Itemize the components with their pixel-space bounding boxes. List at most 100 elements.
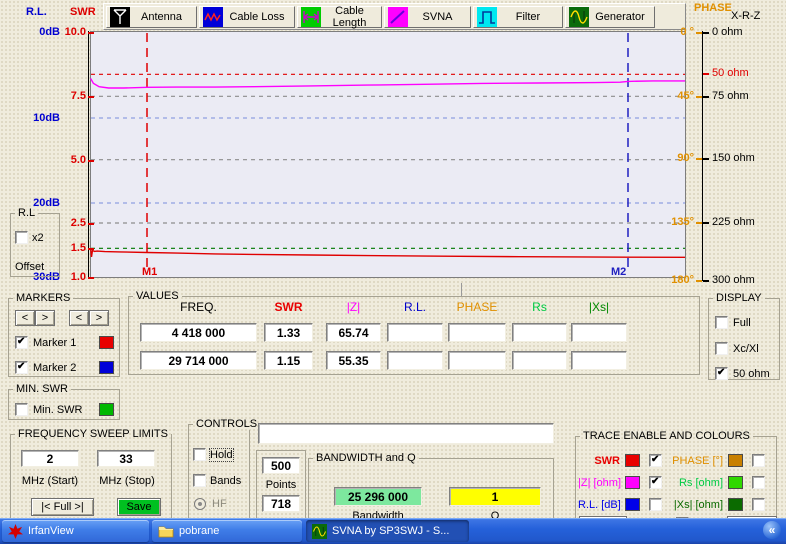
- min-swr-group: MIN. SWR Min. SWR: [8, 383, 120, 420]
- hf-radio[interactable]: [194, 498, 206, 510]
- marker2-color-swatch[interactable]: [99, 361, 114, 374]
- cable-length-button-label: Cable Length: [321, 5, 378, 29]
- app-window: R.L. SWR Antenna Cable Loss Cable Length…: [0, 0, 786, 544]
- points-count-input[interactable]: 500: [262, 457, 300, 474]
- antenna-button-label: Antenna: [130, 11, 193, 23]
- marker2-label: Marker 2: [33, 362, 76, 374]
- marker1-color-swatch[interactable]: [99, 336, 114, 349]
- bands-label: Bands: [210, 475, 241, 487]
- swr-axis-title: SWR: [70, 6, 96, 18]
- marker-label-m2[interactable]: M2: [611, 266, 626, 278]
- taskbar-item-svna[interactable]: SVNA by SP3SWJ - S...: [306, 520, 469, 542]
- svna-button-label: SVNA: [408, 11, 467, 23]
- trace-xs-checkbox[interactable]: [752, 498, 765, 511]
- rl-tick-0db: 0dB: [20, 26, 60, 38]
- trace-z: [91, 79, 685, 89]
- display-50ohm-label: 50 ohm: [733, 368, 770, 380]
- value-phase-row1: [448, 323, 506, 342]
- cable-loss-button[interactable]: Cable Loss: [199, 6, 295, 28]
- rl-offset-group: R.L x2 Offset: [10, 207, 60, 277]
- marker1-prev-button[interactable]: <: [15, 310, 35, 326]
- values-header-xs: |Xs|: [571, 300, 627, 314]
- tray-collapse-button[interactable]: «: [763, 521, 781, 539]
- left-axis-line: [88, 31, 89, 278]
- min-swr-checkbox[interactable]: [15, 403, 28, 416]
- hold-checkbox[interactable]: [193, 448, 206, 461]
- swr-tick-5: 5.0: [52, 154, 86, 166]
- right-axis-line: [702, 31, 703, 281]
- trace-swr-swatch[interactable]: [625, 454, 640, 467]
- bands-checkbox[interactable]: [193, 474, 206, 487]
- trace-xs-label: |Xs| [ohm]: [671, 499, 723, 511]
- values-header-freq: FREQ.: [140, 300, 257, 314]
- hf-label: HF: [212, 498, 227, 510]
- values-header-rs: Rs: [512, 300, 567, 314]
- rl-axis-title: R.L.: [26, 6, 47, 18]
- value-z-row2: 55.35: [326, 351, 381, 370]
- taskbar-item-label: SVNA by SP3SWJ - S...: [332, 525, 449, 537]
- phase-tick-180: 180°: [662, 274, 694, 286]
- sweep-full-button[interactable]: |< Full >|: [31, 498, 94, 516]
- sweep-stop-label: MHz (Stop): [95, 475, 159, 487]
- values-header-z: |Z|: [326, 300, 381, 314]
- sweep-limits-group-title: FREQUENCY SWEEP LIMITS: [15, 428, 171, 440]
- trace-rl-label: R.L. [dB]: [578, 499, 620, 511]
- message-input[interactable]: [258, 423, 554, 444]
- sweep-save-button[interactable]: Save: [117, 498, 161, 516]
- generator-button[interactable]: Generator: [565, 6, 655, 28]
- ohm-tick-0: 0 ohm: [712, 26, 743, 38]
- display-50ohm-checkbox[interactable]: [715, 367, 728, 380]
- taskbar-item-label: IrfanView: [28, 525, 74, 537]
- phase-tick-135: 135°: [662, 216, 694, 228]
- antenna-button[interactable]: Antenna: [106, 6, 197, 28]
- marker2-checkbox[interactable]: [15, 361, 28, 374]
- trace-rs-swatch[interactable]: [728, 476, 743, 489]
- antenna-icon: [110, 7, 130, 27]
- value-swr-row2: 1.15: [264, 351, 313, 370]
- points-step-input[interactable]: 718: [262, 495, 300, 512]
- trace-rl-swatch[interactable]: [625, 498, 640, 511]
- value-freq-row2: 29 714 000: [140, 351, 257, 370]
- generator-icon: [569, 7, 589, 27]
- svna-app-icon: [312, 524, 327, 539]
- display-full-checkbox[interactable]: [715, 316, 728, 329]
- sweep-stop-input[interactable]: 33: [97, 450, 155, 467]
- controls-group-title: CONTROLS: [193, 418, 260, 430]
- marker-label-m1[interactable]: M1: [142, 266, 157, 278]
- rl-tick-10db: 10dB: [20, 112, 60, 124]
- min-swr-color-swatch[interactable]: [99, 403, 114, 416]
- marker1-next-button[interactable]: >: [35, 310, 55, 326]
- trace-z-swatch[interactable]: [625, 476, 640, 489]
- trace-swr-checkbox[interactable]: [649, 454, 662, 467]
- display-xcxl-checkbox[interactable]: [715, 342, 728, 355]
- trace-xs-swatch[interactable]: [728, 498, 743, 511]
- display-full-label: Full: [733, 317, 751, 329]
- taskbar-item-irfanview[interactable]: IrfanView: [2, 520, 149, 542]
- trace-rl-checkbox[interactable]: [649, 498, 662, 511]
- values-header-swr: SWR: [264, 300, 313, 314]
- sweep-start-label: MHz (Start): [17, 475, 83, 487]
- filter-button[interactable]: Filter: [473, 6, 563, 28]
- trace-phase-swatch[interactable]: [728, 454, 743, 467]
- rl-offset-label: Offset: [15, 261, 44, 273]
- xrz-axis-title: X-R-Z: [731, 10, 760, 22]
- filter-button-label: Filter: [497, 11, 559, 23]
- trace-z-checkbox[interactable]: [649, 476, 662, 489]
- rl-x2-checkbox[interactable]: [15, 231, 28, 244]
- ohm-tick-300: 300 ohm: [712, 274, 755, 286]
- marker2-prev-button[interactable]: <: [69, 310, 89, 326]
- cable-length-button[interactable]: Cable Length: [297, 6, 382, 28]
- trace-phase-checkbox[interactable]: [752, 454, 765, 467]
- sweep-start-input[interactable]: 2: [21, 450, 79, 467]
- marker1-checkbox[interactable]: [15, 336, 28, 349]
- plot-area[interactable]: M1 M2: [90, 31, 686, 278]
- marker2-next-button[interactable]: >: [89, 310, 109, 326]
- svna-button[interactable]: SVNA: [384, 6, 471, 28]
- taskbar-item-pobrane[interactable]: pobrane: [152, 520, 302, 542]
- trace-rs-checkbox[interactable]: [752, 476, 765, 489]
- value-rl-row1: [387, 323, 443, 342]
- generator-button-label: Generator: [589, 11, 651, 23]
- ohm-tick-50: 50 ohm: [712, 67, 749, 79]
- swr-tick-7_5: 7.5: [52, 90, 86, 102]
- phase-tick-90: 90°: [662, 152, 694, 164]
